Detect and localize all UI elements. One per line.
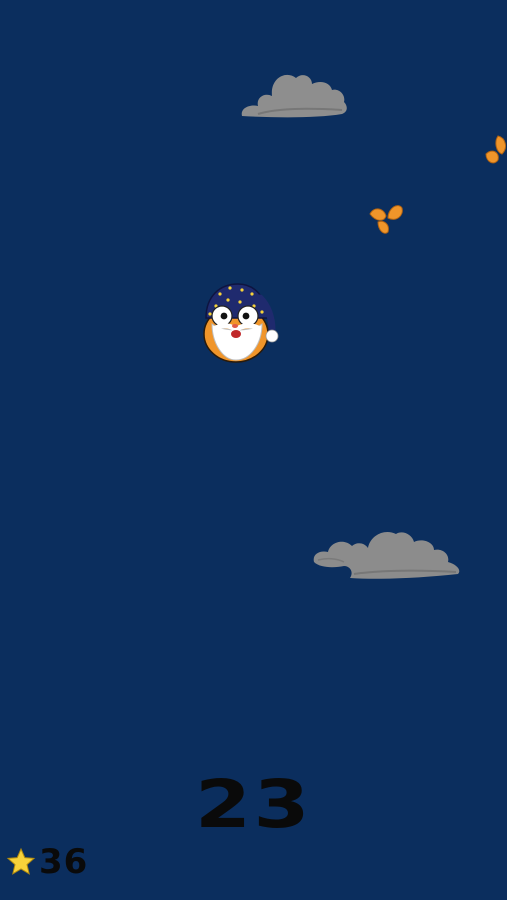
leaf-icon bbox=[485, 135, 506, 164]
game-canvas[interactable]: 23 36 bbox=[0, 0, 507, 900]
wizard-hamster-icon bbox=[203, 283, 279, 363]
score-counter: 23 bbox=[195, 766, 312, 843]
star-counter: 36 bbox=[6, 842, 88, 882]
cloud-icon bbox=[313, 531, 460, 579]
leaf-icon bbox=[369, 205, 403, 234]
cloud-icon bbox=[241, 74, 347, 118]
star-icon bbox=[6, 847, 36, 875]
star-count: 36 bbox=[39, 842, 89, 882]
